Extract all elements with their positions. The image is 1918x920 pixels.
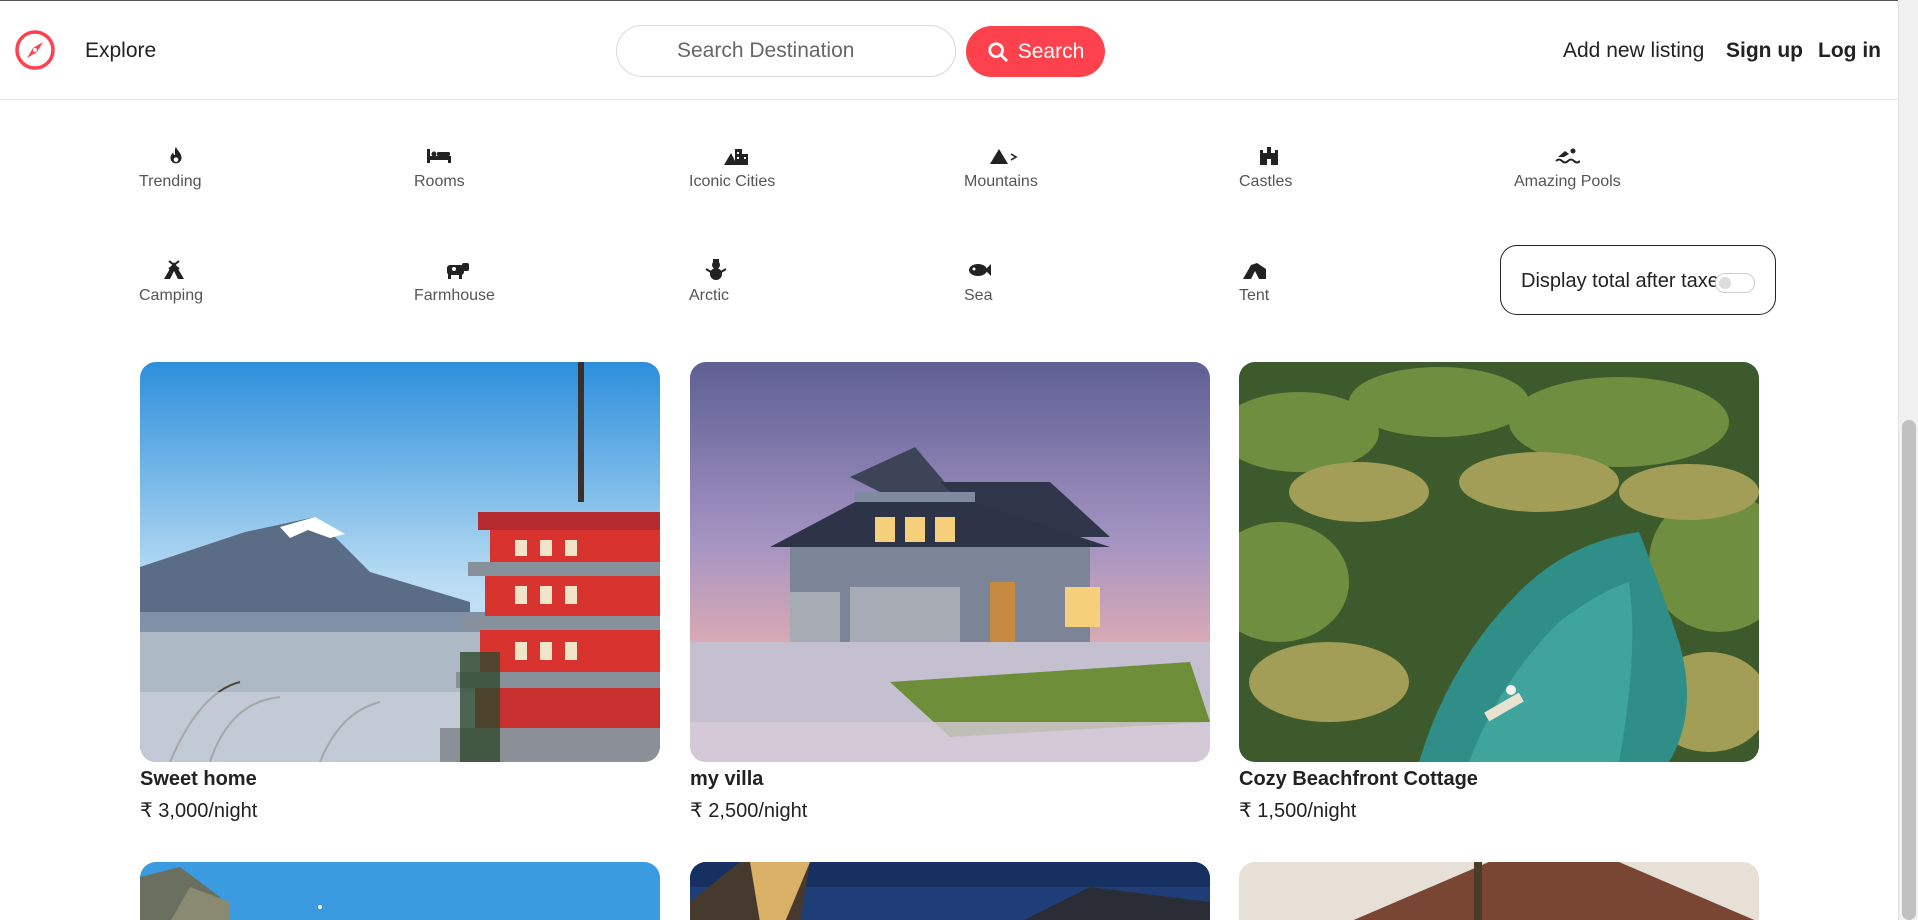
listing-price: ₹ 3,000/night [140,800,258,822]
listing-title: my villa [690,768,764,790]
scrollbar-thumb[interactable] [1902,420,1916,920]
filter-label: Castles [1239,173,1293,190]
bed-icon [414,145,574,169]
listing-card[interactable] [690,862,1210,920]
filter-label: Mountains [964,173,1038,190]
filter-label: Sea [964,287,993,304]
filter-trending[interactable]: Trending [139,145,299,205]
city-icon [689,145,849,169]
swimmer-icon [1514,145,1674,169]
listing-card[interactable] [1239,862,1759,920]
filter-iconic-cities[interactable]: Iconic Cities [689,145,849,205]
login-link[interactable]: Log in [1818,39,1881,63]
listing-title: Cozy Beachfront Cottage [1239,768,1478,790]
tax-switch[interactable] [1715,273,1755,293]
filter-label: Camping [139,287,204,304]
page-scrollbar[interactable] [1898,0,1918,920]
filter-castles[interactable]: Castles [1239,145,1399,205]
listing-card[interactable]: my villa ₹ 2,500/night [690,362,1210,822]
listing-image[interactable] [1239,862,1759,920]
filter-sea[interactable]: Sea [964,259,1124,319]
tent-icon [1239,259,1399,283]
listing-price: ₹ 2,500/night [690,800,808,822]
listing-title: Sweet home [140,768,257,790]
fire-icon [139,145,299,169]
filter-rooms[interactable]: Rooms [414,145,574,205]
listing-image[interactable] [1239,362,1759,762]
navbar: Explore Search Add new listing Sign up L… [0,0,1898,100]
listing-image[interactable] [690,362,1210,762]
tax-switch-knob [1719,277,1731,289]
listing-image[interactable] [140,362,660,762]
signup-link[interactable]: Sign up [1726,39,1803,63]
filter-arctic[interactable]: Arctic [689,259,849,319]
search-button[interactable]: Search [966,26,1105,77]
filter-label: Tent [1239,287,1270,304]
filter-label: Trending [139,173,202,190]
search-button-label: Search [1017,39,1085,63]
listing-image[interactable] [140,862,660,920]
filter-amazing-pools[interactable]: Amazing Pools [1514,145,1674,205]
filter-label: Arctic [689,287,729,304]
castle-icon [1239,145,1399,169]
listing-card[interactable]: Cozy Beachfront Cottage ₹ 1,500/night [1239,362,1759,822]
filter-farmhouse[interactable]: Farmhouse [414,259,574,319]
mountain-icon [964,145,1124,169]
tent-camp-icon [139,259,299,283]
explore-link[interactable]: Explore [85,39,156,63]
filter-label: Iconic Cities [689,173,776,190]
snowman-icon [689,259,849,283]
filter-label: Farmhouse [414,287,495,304]
tax-toggle[interactable]: Display total after taxes [1500,245,1776,315]
filter-tent[interactable]: Tent [1239,259,1399,319]
filter-label: Amazing Pools [1514,173,1621,190]
listing-image[interactable] [690,862,1210,920]
search-input[interactable] [616,25,956,77]
listing-price: ₹ 1,500/night [1239,800,1357,822]
tax-toggle-label: Display total after taxes [1521,270,1729,292]
cow-icon [414,259,574,283]
listing-card[interactable]: Sweet home ₹ 3,000/night [140,362,660,822]
magnifier-icon [988,41,1008,62]
compass-icon[interactable] [14,29,56,71]
add-listing-link[interactable]: Add new listing [1563,39,1704,63]
fish-icon [964,259,1124,283]
listing-card[interactable] [140,862,660,920]
filter-label: Rooms [414,173,465,190]
filter-camping[interactable]: Camping [139,259,299,319]
filter-mountains[interactable]: Mountains [964,145,1124,205]
